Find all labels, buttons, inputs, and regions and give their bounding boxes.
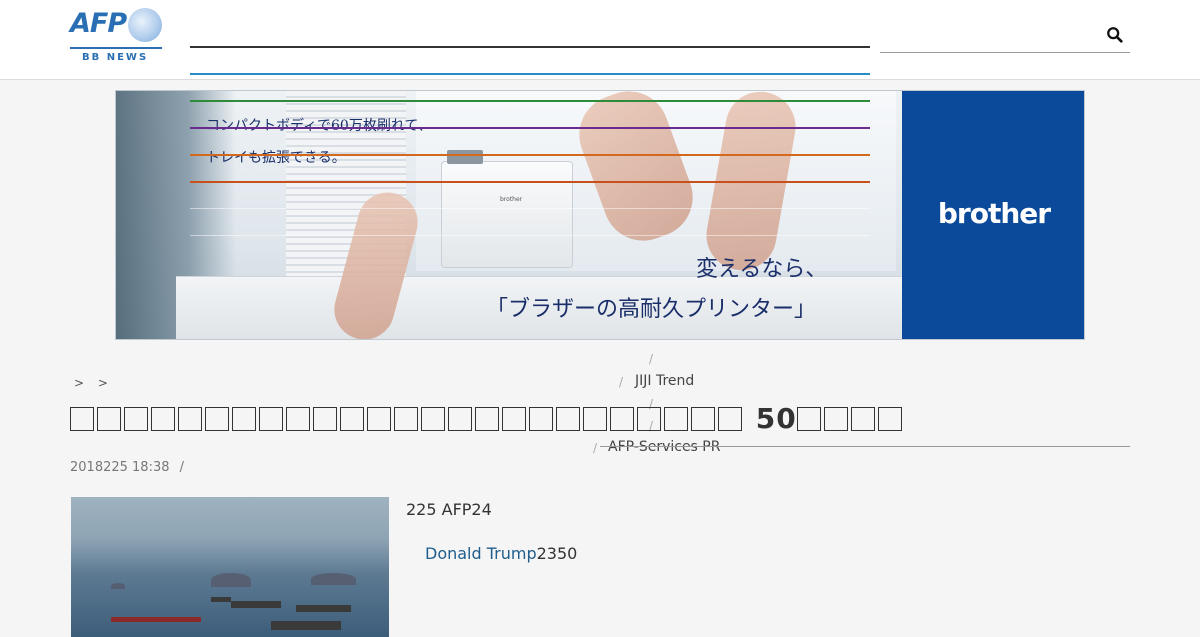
brother-logo: brother <box>937 197 1051 230</box>
ad-tagline1: 変えるなら、 <box>696 257 828 282</box>
photo-ship <box>211 597 231 602</box>
nav-line-purple <box>190 127 870 129</box>
photo-ship <box>231 601 281 608</box>
photo-island <box>111 583 125 589</box>
nav-line-orange-1 <box>190 154 870 156</box>
meta-separator: / <box>179 460 185 475</box>
logo-underline <box>70 47 162 49</box>
photo-ship <box>296 605 351 612</box>
site-header: AFP BB NEWS <box>0 0 1200 80</box>
article-title: 50 <box>70 402 905 435</box>
nav-divider-dark <box>190 46 870 48</box>
printer-panel <box>447 150 483 164</box>
photo-ship <box>111 617 201 622</box>
breadcrumb-sep-2: > <box>97 376 108 390</box>
photo-island <box>311 573 356 585</box>
title-number: 50 <box>755 402 797 435</box>
search-field[interactable] <box>880 24 1130 53</box>
printer-label: brother <box>500 196 523 203</box>
menu-slash: / <box>619 375 624 389</box>
photo-island <box>211 573 251 587</box>
article-photo[interactable] <box>71 497 389 637</box>
logo-subtitle: BB NEWS <box>82 52 149 63</box>
printer-image: brother <box>441 150 573 268</box>
article-lead: 225 AFP24 <box>406 500 492 519</box>
menu-slash: / <box>593 441 598 455</box>
title-glyphs-tail <box>796 402 905 435</box>
body-text: 2350 <box>536 544 578 563</box>
afpbb-logo[interactable]: AFP BB NEWS <box>70 8 162 66</box>
ad-tagline2: 「ブラザーの高耐久プリンター」 <box>486 297 817 322</box>
logo-afp-text: AFP <box>70 8 127 39</box>
ad-copy-line2: トレイも拡張できる。 <box>206 150 346 166</box>
nav-line-orange-2 <box>190 181 870 183</box>
donald-trump-link[interactable]: Donald Trump <box>425 544 537 563</box>
article-body: Donald Trump2350 <box>425 544 577 563</box>
menu-slash: / <box>649 352 654 366</box>
ad-copy-line1: コンパクトボディで60万枚刷れて、 <box>206 118 432 134</box>
breadcrumb: > > <box>74 376 118 390</box>
article-meta: 2018225 18:38 / <box>70 460 184 475</box>
nav-line-green <box>190 100 870 102</box>
nav-line-faint-2 <box>190 235 870 236</box>
article-date: 2018225 18:38 <box>70 460 170 475</box>
nav-divider-blue <box>190 73 870 75</box>
brand-panel: brother <box>902 91 1084 339</box>
search-icon[interactable] <box>1106 26 1124 44</box>
title-glyphs <box>70 402 756 435</box>
menu-item-jiji-trend[interactable]: JIJI Trend <box>635 373 694 389</box>
menu-item-afp-services[interactable]: AFP-Services PR <box>608 439 720 455</box>
globe-icon <box>128 8 162 42</box>
photo-ship <box>271 621 341 630</box>
menu-divider <box>600 446 1130 447</box>
breadcrumb-sep-1: > <box>74 376 85 390</box>
nav-line-faint-1 <box>190 208 870 209</box>
